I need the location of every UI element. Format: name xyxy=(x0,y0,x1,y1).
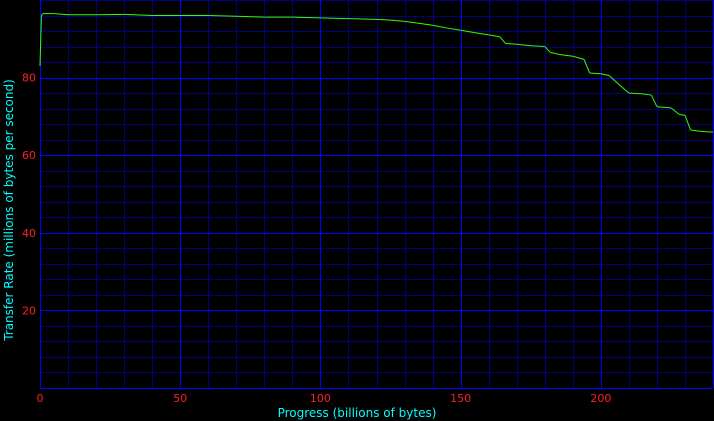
series-segment xyxy=(320,17,349,20)
transfer-rate-chart: 0 50 100 150 200 20 40 60 80 Progress (billions … xyxy=(2,0,714,420)
series-segment xyxy=(690,129,700,132)
x-tick-label: 0 xyxy=(37,392,44,405)
series-segment xyxy=(124,13,153,17)
series-segment xyxy=(670,107,680,115)
x-axis-title: Progress (billions of bytes) xyxy=(278,406,437,420)
series-segment xyxy=(53,13,69,16)
tick-labels: 0 50 100 150 200 20 40 60 80 xyxy=(22,72,611,405)
series-segment xyxy=(446,27,461,31)
series-segment xyxy=(474,32,489,36)
series-segment xyxy=(558,53,573,57)
series-segment xyxy=(505,42,517,45)
x-tick-label: 150 xyxy=(450,392,471,405)
x-tick-label: 100 xyxy=(310,392,331,405)
series-segment xyxy=(348,18,377,20)
series-segment xyxy=(589,72,601,75)
series-segment xyxy=(418,22,433,26)
series-segment xyxy=(600,73,610,77)
series-segment xyxy=(499,36,506,44)
x-tick-label: 200 xyxy=(590,392,611,405)
series-segment xyxy=(642,93,652,96)
series-segment xyxy=(488,34,500,38)
y-axis-title: Transfer Rate (millions of bytes per sec… xyxy=(2,79,16,342)
series-segment xyxy=(608,75,618,84)
grid xyxy=(40,0,714,389)
series-segment xyxy=(617,83,630,94)
series-segment xyxy=(698,130,708,133)
y-tick-label: 60 xyxy=(22,149,36,162)
series-segment xyxy=(583,59,591,74)
series-segment xyxy=(292,16,321,19)
y-tick-label: 80 xyxy=(22,72,36,85)
series-segment xyxy=(656,106,671,109)
series-segment xyxy=(40,13,44,16)
series-segment xyxy=(432,24,447,29)
series-segment xyxy=(679,113,686,116)
series-segment xyxy=(650,94,658,107)
series-segment xyxy=(390,19,405,22)
series-segment xyxy=(530,45,545,48)
series-segment xyxy=(404,20,419,24)
y-tick-label: 40 xyxy=(22,227,36,240)
y-tick-label: 20 xyxy=(22,304,36,317)
series-segment xyxy=(572,55,585,60)
series-segment xyxy=(550,51,559,55)
series-segment xyxy=(516,43,531,47)
series-segment xyxy=(376,18,391,21)
x-tick-label: 50 xyxy=(173,392,187,405)
